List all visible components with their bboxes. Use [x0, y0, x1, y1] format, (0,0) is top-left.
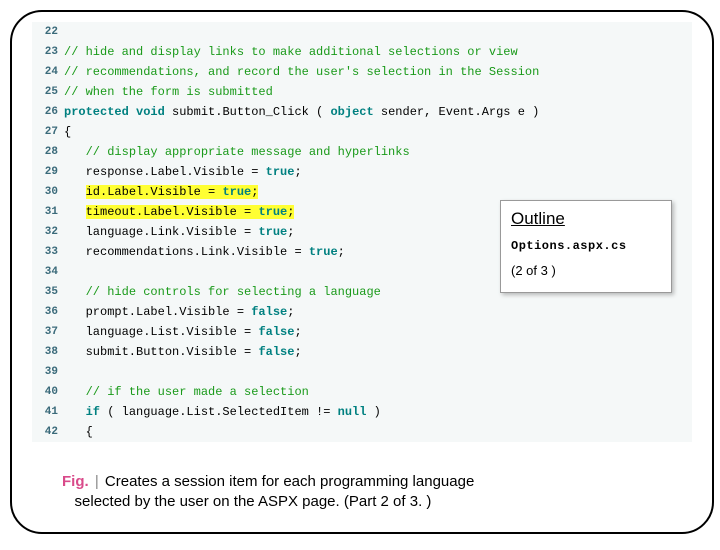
code-line: 42 {: [32, 422, 692, 442]
code-line: 24// recommendations, and record the use…: [32, 62, 692, 82]
code-text: {: [64, 422, 692, 442]
line-number: 23: [32, 42, 64, 62]
code-text: {: [64, 122, 692, 142]
code-text: response.Label.Visible = true;: [64, 162, 692, 182]
code-line: 28 // display appropriate message and hy…: [32, 142, 692, 162]
code-text: // if the user made a selection: [64, 382, 692, 402]
code-text: // when the form is submitted: [64, 82, 692, 102]
line-number: 35: [32, 282, 64, 302]
line-number: 32: [32, 222, 64, 242]
code-text: // recommendations, and record the user'…: [64, 62, 692, 82]
line-number: 34: [32, 262, 64, 282]
line-number: 39: [32, 362, 64, 382]
outline-box: Outline Options.aspx.cs (2 of 3 ): [500, 200, 672, 293]
line-number: 25: [32, 82, 64, 102]
slide-frame: 2223// hide and display links to make ad…: [10, 10, 714, 534]
line-number: 36: [32, 302, 64, 322]
caption-text-line1: Creates a session item for each programm…: [105, 473, 474, 490]
line-number: 31: [32, 202, 64, 222]
code-text: if ( language.List.SelectedItem != null …: [64, 402, 692, 422]
line-number: 27: [32, 122, 64, 142]
line-number: 37: [32, 322, 64, 342]
figure-caption: Fig. | Creates a session item for each p…: [62, 472, 672, 513]
code-line: 26protected void submit.Button_Click ( o…: [32, 102, 692, 122]
line-number: 33: [32, 242, 64, 262]
code-text: // hide and display links to make additi…: [64, 42, 692, 62]
code-text: id.Label.Visible = true;: [64, 182, 692, 202]
caption-fig-label: Fig.: [62, 473, 89, 490]
line-number: 29: [32, 162, 64, 182]
line-number: 40: [32, 382, 64, 402]
code-line: 37 language.List.Visible = false;: [32, 322, 692, 342]
code-line: 38 submit.Button.Visible = false;: [32, 342, 692, 362]
line-number: 28: [32, 142, 64, 162]
code-text: prompt.Label.Visible = false;: [64, 302, 692, 322]
line-number: 22: [32, 22, 64, 42]
line-number: 26: [32, 102, 64, 122]
code-line: 30 id.Label.Visible = true;: [32, 182, 692, 202]
outline-part: (2 of 3 ): [511, 263, 661, 278]
outline-title: Outline: [511, 209, 661, 229]
line-number: 24: [32, 62, 64, 82]
code-text: protected void submit.Button_Click ( obj…: [64, 102, 692, 122]
line-number: 41: [32, 402, 64, 422]
code-line: 41 if ( language.List.SelectedItem != nu…: [32, 402, 692, 422]
code-line: 27{: [32, 122, 692, 142]
line-number: 42: [32, 422, 64, 442]
code-text: language.List.Visible = false;: [64, 322, 692, 342]
code-text: submit.Button.Visible = false;: [64, 342, 692, 362]
line-number: 38: [32, 342, 64, 362]
code-line: 39: [32, 362, 692, 382]
code-line: 23// hide and display links to make addi…: [32, 42, 692, 62]
code-line: 25// when the form is submitted: [32, 82, 692, 102]
caption-separator: |: [93, 473, 101, 490]
line-number: 30: [32, 182, 64, 202]
caption-text-line2: selected by the user on the ASPX page. (…: [75, 493, 432, 510]
code-line: 36 prompt.Label.Visible = false;: [32, 302, 692, 322]
code-line: 22: [32, 22, 692, 42]
outline-filename: Options.aspx.cs: [511, 239, 661, 253]
code-line: 29 response.Label.Visible = true;: [32, 162, 692, 182]
code-line: 40 // if the user made a selection: [32, 382, 692, 402]
code-text: // display appropriate message and hyper…: [64, 142, 692, 162]
